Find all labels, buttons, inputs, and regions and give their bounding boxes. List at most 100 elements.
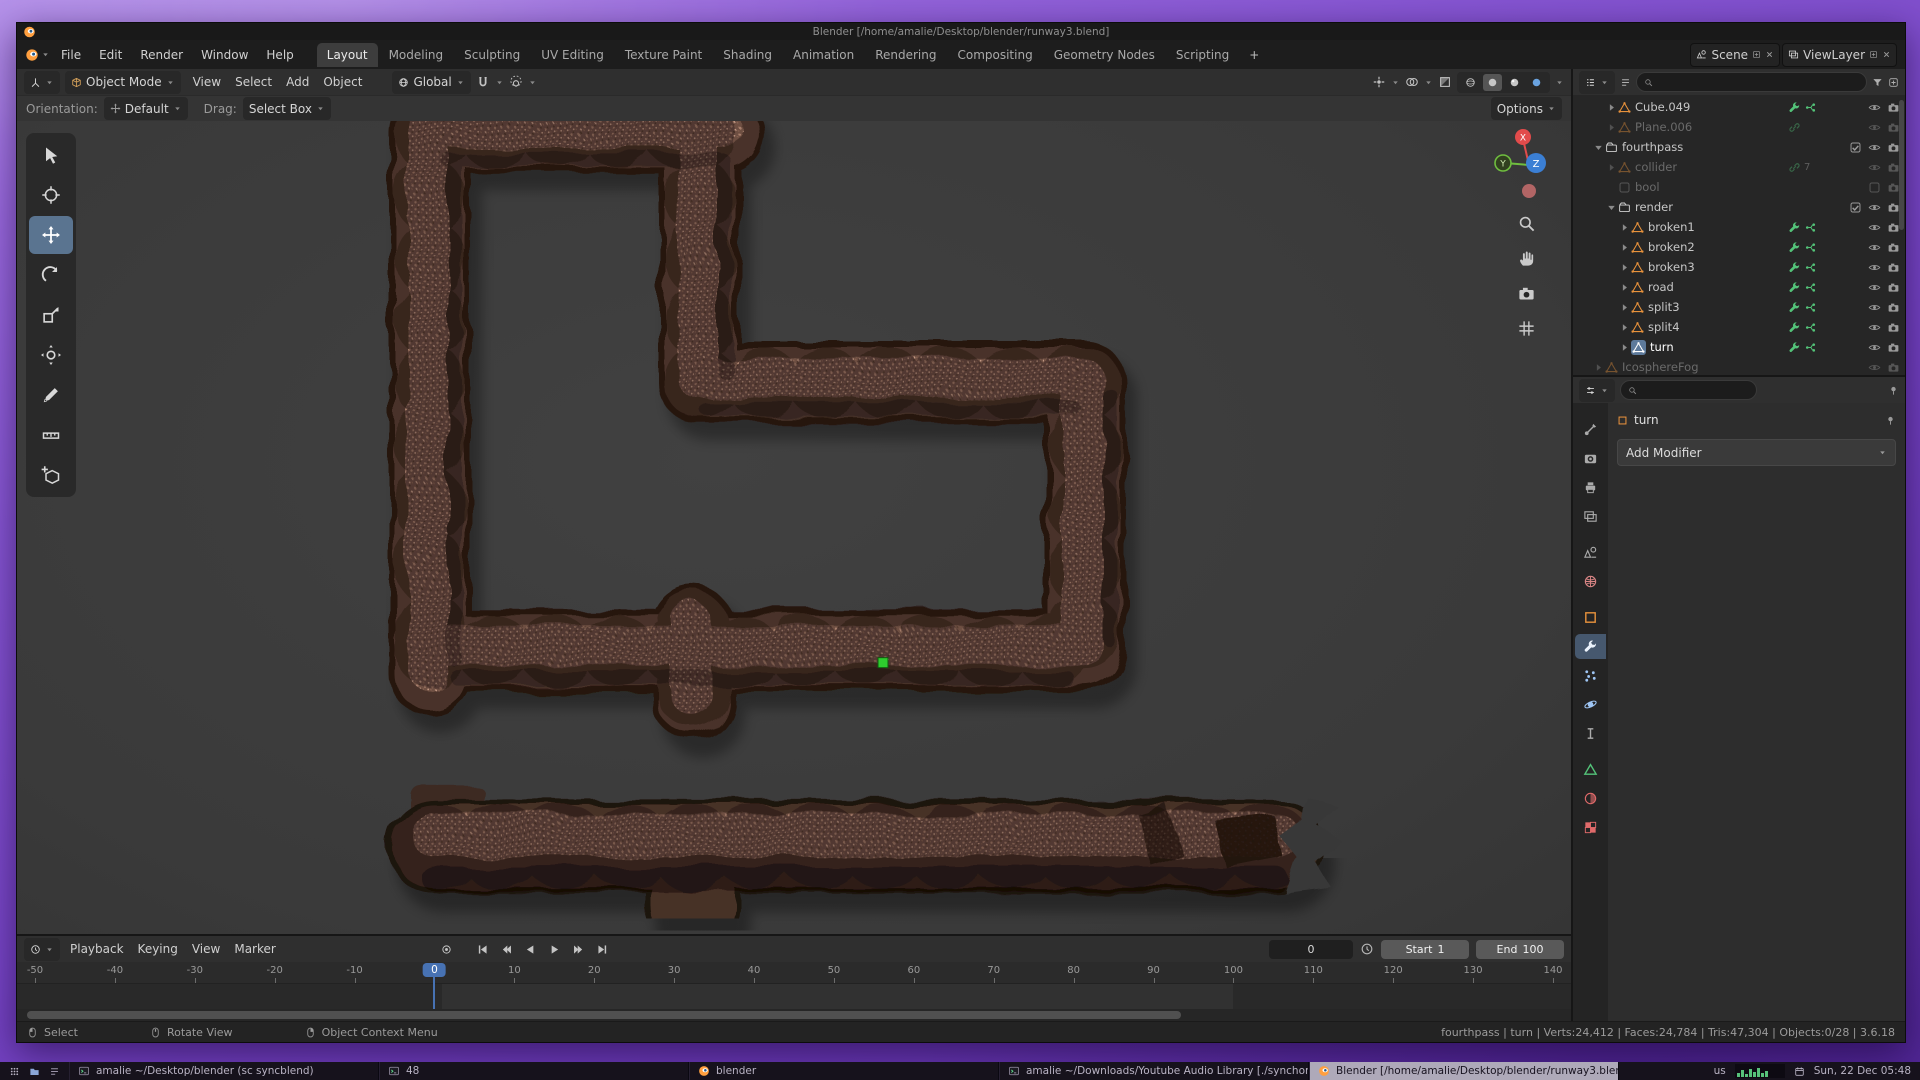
- workspace-tab-modeling[interactable]: Modeling: [379, 43, 454, 67]
- object-origin-dot[interactable]: [878, 658, 888, 668]
- properties-tab-scene[interactable]: [1575, 540, 1606, 565]
- system-monitor-tray[interactable]: [1735, 1064, 1785, 1078]
- add-modifier-button[interactable]: Add Modifier: [1617, 439, 1896, 466]
- menu-edit[interactable]: Edit: [90, 45, 131, 65]
- outliner-row-cube-049[interactable]: Cube.049: [1573, 97, 1905, 117]
- navigation-gizmo[interactable]: X Y Z: [1489, 127, 1563, 201]
- eye-toggle-icon[interactable]: [1868, 261, 1881, 274]
- workspace-tab-animation[interactable]: Animation: [783, 43, 864, 67]
- camera-toggle-icon[interactable]: [1887, 361, 1900, 374]
- viewport-menu-add[interactable]: Add: [279, 73, 316, 91]
- app-menu-caret-icon[interactable]: [41, 50, 50, 59]
- timeline-menu-playback[interactable]: Playback: [63, 940, 131, 958]
- timeline-menu-view[interactable]: View: [185, 940, 227, 958]
- eye-toggle-icon[interactable]: [1868, 121, 1881, 134]
- properties-tab-tool[interactable]: [1575, 417, 1606, 442]
- workspace-tab-rendering[interactable]: Rendering: [865, 43, 946, 67]
- outliner-row-split3[interactable]: split3: [1573, 297, 1905, 317]
- timeline-menu-marker[interactable]: Marker: [227, 940, 282, 958]
- disclosure-right-icon[interactable]: [1592, 361, 1605, 374]
- outliner-row-render[interactable]: render: [1573, 197, 1905, 217]
- checkbox-toggle-icon[interactable]: [1849, 201, 1862, 214]
- outliner-row-broken3[interactable]: broken3: [1573, 257, 1905, 277]
- outliner-row-broken2[interactable]: broken2: [1573, 237, 1905, 257]
- menu-help[interactable]: Help: [257, 45, 302, 65]
- orientation-dropdown[interactable]: Global: [392, 71, 470, 94]
- camera-toggle-icon[interactable]: [1887, 321, 1900, 334]
- properties-options-icon[interactable]: [1888, 385, 1899, 396]
- playhead-frame-badge[interactable]: 0: [423, 963, 446, 977]
- shading-caret-icon[interactable]: [1555, 78, 1564, 87]
- eye-toggle-icon[interactable]: [1868, 201, 1881, 214]
- properties-tab-output[interactable]: [1575, 475, 1606, 500]
- outliner-row-turn[interactable]: turn: [1573, 337, 1905, 357]
- disclosure-right-icon[interactable]: [1605, 121, 1618, 134]
- show-desktop-icon[interactable]: [49, 1066, 60, 1077]
- outliner-row-split4[interactable]: split4: [1573, 317, 1905, 337]
- outliner-row-road[interactable]: road: [1573, 277, 1905, 297]
- app-menu-icon[interactable]: [9, 1066, 20, 1077]
- proportional-editing-icon[interactable]: [509, 75, 523, 89]
- disclosure-right-icon[interactable]: [1618, 241, 1631, 254]
- eye-toggle-icon[interactable]: [1868, 241, 1881, 254]
- use-preview-range-icon[interactable]: [1360, 942, 1374, 956]
- workspace-tab-sculpting[interactable]: Sculpting: [454, 43, 530, 67]
- calendar-icon[interactable]: [1794, 1066, 1805, 1077]
- play-button[interactable]: [544, 940, 565, 959]
- camera-toggle-icon[interactable]: [1887, 241, 1900, 254]
- disclosure-right-icon[interactable]: [1605, 161, 1618, 174]
- disclosure-right-icon[interactable]: [1618, 261, 1631, 274]
- menu-file[interactable]: File: [52, 45, 90, 65]
- viewlayer-selector[interactable]: ViewLayer: [1782, 43, 1897, 67]
- workspace-tab-texture-paint[interactable]: Texture Paint: [615, 43, 712, 67]
- disclosure-right-icon[interactable]: [1618, 341, 1631, 354]
- shading-rendered-button[interactable]: [1527, 74, 1546, 91]
- play-reverse-button[interactable]: [520, 940, 541, 959]
- taskbar-window-amalie-downloads-youtube-audio-library-s[interactable]: amalie ~/Downloads/Youtube Audio Library…: [999, 1062, 1309, 1080]
- orientation-setting-dropdown[interactable]: Default: [104, 97, 188, 120]
- menu-render[interactable]: Render: [131, 45, 192, 65]
- eye-toggle-icon[interactable]: [1868, 361, 1881, 374]
- outliner-scrollbar[interactable]: [1899, 100, 1904, 230]
- timeline-editor-type-button[interactable]: [24, 938, 60, 961]
- properties-tab-object[interactable]: [1575, 605, 1606, 630]
- disclosure-down-icon[interactable]: [1605, 201, 1618, 214]
- timeline-track[interactable]: -50-40-30-20-100102030405060708090100110…: [17, 962, 1571, 1021]
- timeline-body[interactable]: [17, 984, 1571, 1009]
- tool-add-cube-button[interactable]: [29, 456, 73, 494]
- drag-setting-dropdown[interactable]: Select Box: [243, 97, 331, 120]
- disclosure-right-icon[interactable]: [1618, 321, 1631, 334]
- eye-toggle-icon[interactable]: [1868, 341, 1881, 354]
- clock[interactable]: Sun, 22 Dec 05:48: [1814, 1065, 1911, 1077]
- timeline-editor[interactable]: PlaybackKeyingViewMarker 0: [17, 936, 1571, 1021]
- frame-start-field[interactable]: Start 1: [1381, 940, 1469, 959]
- jump-to-end-button[interactable]: [592, 940, 613, 959]
- options-dropdown[interactable]: Options: [1491, 97, 1562, 120]
- tool-move-button[interactable]: [29, 216, 73, 254]
- disclosure-right-icon[interactable]: [1605, 101, 1618, 114]
- tool-annotate-button[interactable]: [29, 376, 73, 414]
- menu-window[interactable]: Window: [192, 45, 257, 65]
- gizmo-axis-neg[interactable]: [1522, 184, 1536, 198]
- camera-toggle-icon[interactable]: [1887, 261, 1900, 274]
- timeline-ruler[interactable]: -50-40-30-20-100102030405060708090100110…: [17, 962, 1571, 984]
- outliner-row-broken1[interactable]: broken1: [1573, 217, 1905, 237]
- workspace-tab-uv-editing[interactable]: UV Editing: [531, 43, 614, 67]
- tool-select-box-button[interactable]: [29, 136, 73, 174]
- eye-toggle-icon[interactable]: [1868, 321, 1881, 334]
- jump-to-start-button[interactable]: [472, 940, 493, 959]
- tool-measure-button[interactable]: [29, 416, 73, 454]
- new-viewlayer-icon[interactable]: [1869, 50, 1878, 59]
- timeline-scrollbar[interactable]: [17, 1009, 1571, 1021]
- viewport-ortho-icon[interactable]: [1513, 315, 1539, 341]
- properties-tab-texture[interactable]: [1575, 815, 1606, 840]
- eye-toggle-icon[interactable]: [1868, 281, 1881, 294]
- pin-id-icon[interactable]: [1885, 415, 1896, 426]
- gizmo-caret-icon[interactable]: [1391, 78, 1400, 87]
- checkbox-toggle-icon[interactable]: [1849, 141, 1862, 154]
- tool-rotate-button[interactable]: [29, 256, 73, 294]
- viewport-pan-icon[interactable]: [1513, 245, 1539, 271]
- viewport-menu-object[interactable]: Object: [316, 73, 369, 91]
- eye-toggle-icon[interactable]: [1868, 101, 1881, 114]
- disclosure-down-icon[interactable]: [1592, 141, 1605, 154]
